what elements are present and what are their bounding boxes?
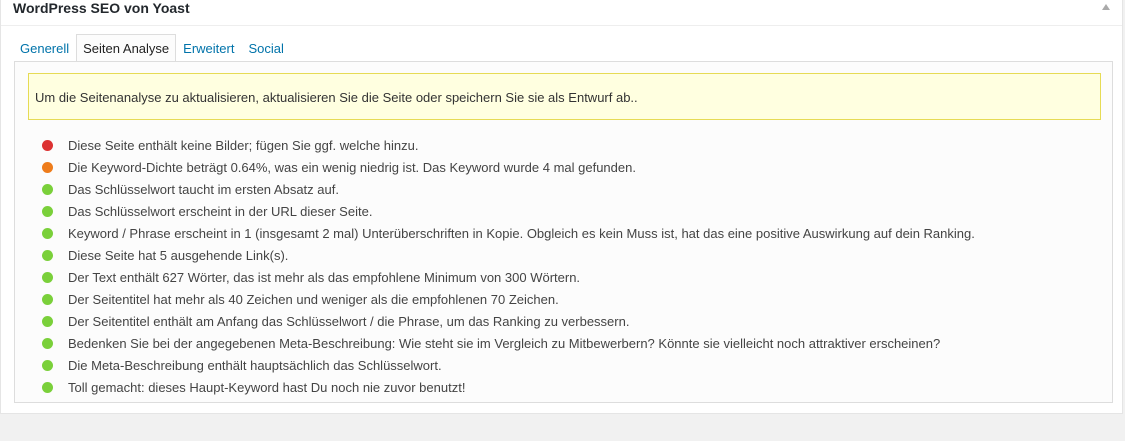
analysis-result-text: Das Schlüsselwort taucht im ersten Absat…	[68, 181, 339, 197]
analysis-result-item: Die Meta-Beschreibung enthält hauptsächl…	[42, 354, 975, 376]
analysis-result-text: Diese Seite enthält keine Bilder; fügen …	[68, 137, 419, 153]
tab-generell[interactable]: Generell	[13, 34, 76, 61]
tab-social[interactable]: Social	[241, 34, 290, 61]
analysis-result-text: Die Keyword-Dichte beträgt 0.64%, was ei…	[68, 159, 636, 175]
analysis-result-text: Der Seitentitel enthält am Anfang das Sc…	[68, 313, 630, 329]
status-good-dot-icon	[42, 337, 53, 349]
analysis-result-text: Keyword / Phrase erscheint in 1 (insgesa…	[68, 225, 975, 241]
status-good-dot-icon	[42, 271, 53, 283]
analysis-result-item: Diese Seite hat 5 ausgehende Link(s).	[42, 244, 975, 266]
analysis-result-text: Toll gemacht: dieses Haupt-Keyword hast …	[68, 379, 466, 395]
analysis-result-item: Der Seitentitel enthält am Anfang das Sc…	[42, 310, 975, 332]
analysis-result-item: Diese Seite enthält keine Bilder; fügen …	[42, 134, 975, 156]
tab-erweitert[interactable]: Erweitert	[176, 34, 241, 61]
analysis-result-item: Keyword / Phrase erscheint in 1 (insgesa…	[42, 222, 975, 244]
analysis-result-item: Bedenken Sie bei der angegebenen Meta-Be…	[42, 332, 975, 354]
analysis-results-list: Diese Seite enthält keine Bilder; fügen …	[42, 134, 975, 398]
status-good-dot-icon	[42, 381, 53, 393]
status-good-dot-icon	[42, 315, 53, 327]
analysis-result-item: Der Text enthält 627 Wörter, das ist meh…	[42, 266, 975, 288]
analysis-result-item: Das Schlüsselwort taucht im ersten Absat…	[42, 178, 975, 200]
metabox-header[interactable]: WordPress SEO von Yoast	[1, 0, 1122, 26]
status-good-dot-icon	[42, 293, 53, 305]
analysis-result-text: Das Schlüsselwort erscheint in der URL d…	[68, 203, 373, 219]
status-good-dot-icon	[42, 249, 53, 261]
analysis-result-text: Der Text enthält 627 Wörter, das ist meh…	[68, 269, 581, 285]
metabox-title: WordPress SEO von Yoast	[13, 0, 190, 16]
analysis-result-text: Die Meta-Beschreibung enthält hauptsächl…	[68, 357, 442, 373]
analysis-result-item: Das Schlüsselwort erscheint in der URL d…	[42, 200, 975, 222]
analysis-result-text: Bedenken Sie bei der angegebenen Meta-Be…	[68, 335, 941, 351]
update-notice: Um die Seitenanalyse zu aktualisieren, a…	[28, 73, 1101, 120]
analysis-panel: Um die Seitenanalyse zu aktualisieren, a…	[14, 61, 1113, 403]
collapse-arrow-icon[interactable]	[1102, 4, 1110, 10]
status-bad-dot-icon	[42, 139, 53, 151]
analysis-result-item: Die Keyword-Dichte beträgt 0.64%, was ei…	[42, 156, 975, 178]
tab-seiten-analyse[interactable]: Seiten Analyse	[76, 34, 177, 62]
status-good-dot-icon	[42, 359, 53, 371]
status-ok-dot-icon	[42, 161, 53, 173]
analysis-result-item: Toll gemacht: dieses Haupt-Keyword hast …	[42, 376, 975, 398]
status-good-dot-icon	[42, 227, 53, 239]
analysis-result-text: Der Seitentitel hat mehr als 40 Zeichen …	[68, 291, 559, 307]
analysis-result-item: Der Seitentitel hat mehr als 40 Zeichen …	[42, 288, 975, 310]
analysis-result-text: Diese Seite hat 5 ausgehende Link(s).	[68, 247, 289, 263]
status-good-dot-icon	[42, 205, 53, 217]
yoast-seo-metabox: WordPress SEO von Yoast Generell Seiten …	[0, 0, 1123, 414]
status-good-dot-icon	[42, 183, 53, 195]
metabox-tabs: Generell Seiten Analyse Erweitert Social	[13, 34, 291, 62]
